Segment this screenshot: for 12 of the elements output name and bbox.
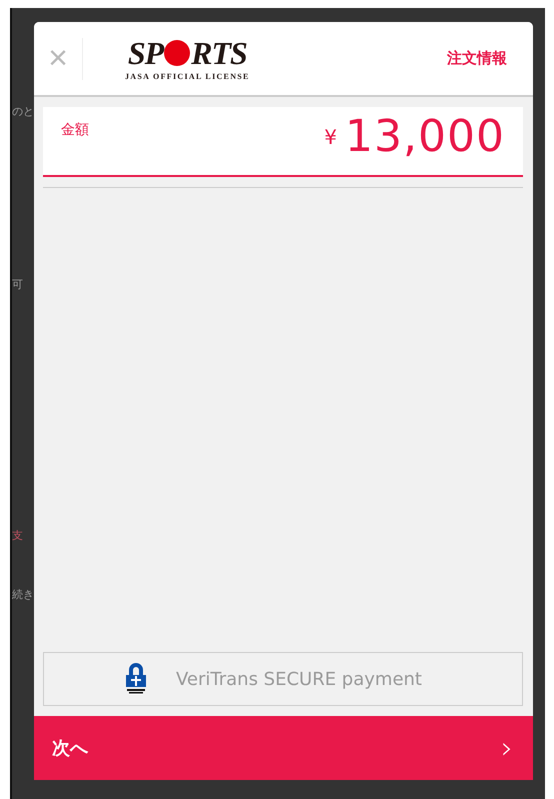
background-text: 可 [12, 277, 24, 292]
sports-logo: SP RTS JASA OFFICIAL LICENSE [125, 36, 250, 80]
amount-label: 金額 [61, 121, 89, 139]
currency-symbol: ¥ [324, 125, 338, 149]
secure-payment-badge: VeriTrans SECURE payment [43, 652, 523, 706]
next-button[interactable]: 次へ › [34, 716, 533, 780]
background-text: 続き [12, 587, 34, 602]
background-text: のと [12, 104, 34, 119]
order-info-link[interactable]: 注文情報 [447, 49, 507, 68]
amount-value: 13,000 [345, 111, 505, 162]
padlock-icon [124, 663, 148, 695]
background-text: 支 [12, 528, 24, 543]
